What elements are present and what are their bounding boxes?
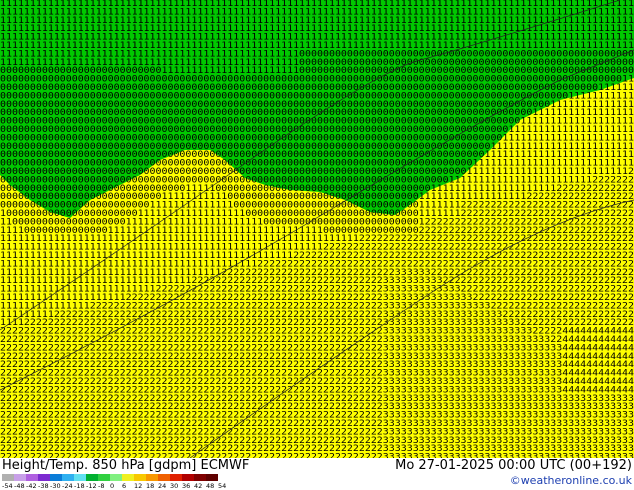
- colorbar-label: 12: [134, 482, 143, 490]
- digit-grid: 1111111111111111111111111111111111111111…: [0, 0, 634, 458]
- map-title: Height/Temp. 850 hPa [gdpm] ECMWF: [2, 458, 250, 473]
- colorbar-label: -42: [26, 482, 37, 490]
- weather-map: 1111111111111111111111111111111111111111…: [0, 0, 634, 458]
- colorbar-label: -48: [14, 482, 25, 490]
- map-canvas: 1111111111111111111111111111111111111111…: [0, 0, 634, 458]
- map-footer: Height/Temp. 850 hPa [gdpm] ECMWF Mo 27-…: [0, 458, 634, 490]
- colorbar-swatch: [98, 474, 110, 481]
- colorbar-label: 42: [194, 482, 203, 490]
- colorbar-label: 48: [206, 482, 215, 490]
- colorbar-label: -18: [74, 482, 85, 490]
- colorbar-label: -8: [98, 482, 105, 490]
- colorbar-swatch: [62, 474, 74, 481]
- colorbar-swatch: [182, 474, 194, 481]
- colorbar-label: 36: [182, 482, 191, 490]
- colorbar-swatch: [74, 474, 86, 481]
- colorbar-label: -54: [2, 482, 13, 490]
- colorbar-swatch: [206, 474, 218, 481]
- colorbar-swatch: [158, 474, 170, 481]
- colorbar-swatch: [2, 474, 14, 481]
- colorbar-swatch: [86, 474, 98, 481]
- temperature-colorbar: -54 -48 -42 -38 -30 -24 -18 -12 -8 0 6 12 18 24 30 36 42…: [2, 474, 292, 490]
- colorbar-swatches: [2, 474, 218, 481]
- colorbar-swatch: [170, 474, 182, 481]
- colorbar-swatch: [194, 474, 206, 481]
- colorbar-label: 54: [218, 482, 227, 490]
- colorbar-labels: -54 -48 -42 -38 -30 -24 -18 -12 -8 0 6 12 18 24 30 36 42…: [2, 482, 230, 490]
- colorbar-label: -24: [62, 482, 73, 490]
- colorbar-swatch: [146, 474, 158, 481]
- colorbar-swatch: [26, 474, 38, 481]
- colorbar-swatch: [134, 474, 146, 481]
- colorbar-swatch: [110, 474, 122, 481]
- colorbar-label: 24: [158, 482, 167, 490]
- colorbar-swatch: [38, 474, 50, 481]
- colorbar-swatch: [50, 474, 62, 481]
- credit-link[interactable]: ©weatheronline.co.uk: [510, 474, 632, 487]
- colorbar-swatch: [14, 474, 26, 481]
- colorbar-label: -12: [86, 482, 97, 490]
- colorbar-label: 0: [110, 482, 115, 490]
- colorbar-label: 18: [146, 482, 155, 490]
- colorbar-swatch: [122, 474, 134, 481]
- colorbar-label: -30: [50, 482, 61, 490]
- colorbar-label: 30: [170, 482, 179, 490]
- colorbar-label: 6: [122, 482, 127, 490]
- valid-datetime: Mo 27-01-2025 00:00 UTC (00+192): [395, 458, 632, 473]
- colorbar-label: -38: [38, 482, 49, 490]
